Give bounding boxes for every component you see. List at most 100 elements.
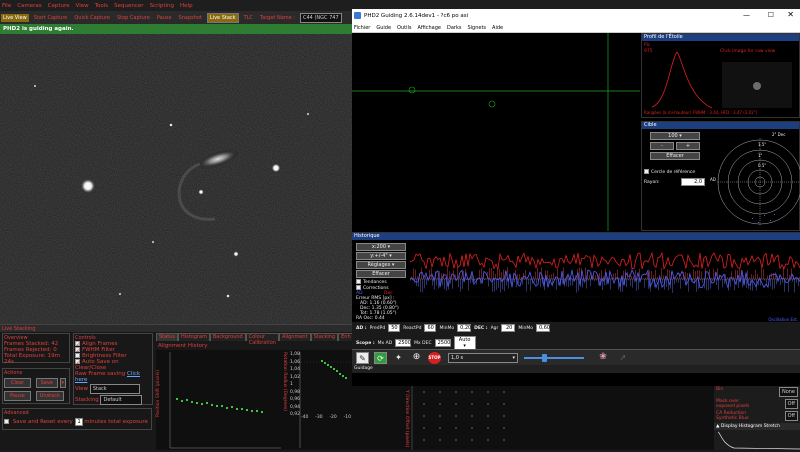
profile-curve-svg	[642, 42, 800, 112]
stop-capture-button[interactable]: Stop Capture	[115, 14, 152, 22]
phd-menu-signets[interactable]: Signets	[467, 25, 486, 31]
target-name-input[interactable]: C44 (NGC 747	[300, 13, 342, 23]
history-clear-button[interactable]: Effacer	[356, 270, 406, 278]
target-ad-label: AD	[710, 177, 716, 182]
dec-minmo-input[interactable]: 0,60	[536, 324, 550, 332]
correction-bar	[730, 279, 731, 287]
histogram-stretch-title[interactable]: ▲ Display Histogram Stretch	[714, 423, 800, 430]
phd-menu-aide[interactable]: Aide	[492, 25, 503, 31]
correction-bar	[606, 279, 607, 285]
maximize-icon[interactable]: ☐	[768, 11, 774, 19]
tab-status[interactable]: Status	[156, 333, 178, 341]
close-icon[interactable]: ✕	[787, 10, 794, 19]
tab-histogram[interactable]: Histogram	[178, 333, 210, 341]
live-image-view[interactable]	[0, 34, 352, 324]
connect-gear-icon[interactable]: ✎	[356, 352, 369, 364]
live-view-button[interactable]: Live View	[1, 14, 29, 22]
tick-label: -30	[315, 415, 322, 420]
phd-menu-fichier[interactable]: Fichier	[354, 25, 370, 31]
correction-bar	[787, 268, 788, 279]
brain-icon[interactable]: ❀	[596, 352, 610, 364]
phd-menu-affichage[interactable]: Affichage	[417, 25, 441, 31]
phd-menu-guide[interactable]: Guide	[376, 25, 391, 31]
bin-select[interactable]: None	[779, 387, 798, 397]
correction-bar	[785, 278, 786, 279]
correction-bar	[589, 275, 590, 279]
live-stack-button[interactable]: Live Stack	[207, 13, 239, 23]
gamma-slider-track[interactable]	[524, 357, 584, 359]
fwhm-filter-checkbox[interactable]: ✓	[75, 347, 80, 352]
brightness-filter-checkbox[interactable]	[75, 353, 80, 358]
history-settings-button[interactable]: Réglages ▾	[356, 261, 406, 269]
agr-input[interactable]: 20	[501, 324, 515, 332]
radius-input[interactable]: 2,0	[681, 178, 705, 186]
tab-alignment[interactable]: Alignment	[279, 333, 311, 341]
trends-checkbox[interactable]	[356, 279, 361, 284]
target-zoom-in-button[interactable]: +	[676, 142, 700, 150]
correction-bar	[422, 279, 423, 292]
pause-stack-button[interactable]: Pause	[4, 391, 31, 401]
tlc-button[interactable]: TLC	[242, 14, 255, 22]
menu-capture[interactable]: Capture	[48, 3, 70, 9]
tick-label: -40	[301, 415, 308, 420]
manual-guide-icon[interactable]: ➚	[616, 352, 630, 364]
target-zoom-out-button[interactable]: -	[650, 142, 674, 150]
phd-menu-darks[interactable]: Darks	[447, 25, 461, 31]
menu-cameras[interactable]: Cameras	[17, 3, 41, 9]
target-zoom-select[interactable]: 100 ▾	[650, 132, 700, 140]
save-button[interactable]: Save	[36, 378, 58, 388]
gamma-slider-thumb[interactable]	[542, 354, 547, 362]
stacking-select[interactable]: Default	[100, 395, 142, 405]
reference-circle-checkbox[interactable]	[644, 169, 649, 174]
clear-button[interactable]: Clear	[4, 378, 31, 388]
exposure-select[interactable]: 1,0 s▾	[448, 353, 518, 363]
phd2-guide-camera-view[interactable]	[352, 33, 640, 231]
menu-file[interactable]: File	[2, 3, 11, 9]
alignment-chart-svg	[156, 350, 352, 450]
menu-scripting[interactable]: Scripting	[150, 3, 174, 9]
guide-target-icon[interactable]: ⊕	[410, 352, 423, 364]
tab-colour-calibration[interactable]: Colour Calibration	[246, 333, 279, 341]
phd-menu-outils[interactable]: Outils	[397, 25, 411, 31]
save-reset-checkbox[interactable]	[4, 419, 9, 424]
advanced-title: Advanced	[4, 410, 150, 416]
mxdec-input[interactable]: 2500	[435, 339, 451, 347]
menu-help[interactable]: Help	[180, 3, 193, 9]
unstack-button[interactable]: Unstack	[36, 391, 64, 401]
history-y-select[interactable]: y:+/-4" ▾	[356, 252, 406, 260]
star	[34, 85, 37, 88]
auto-select-star-icon[interactable]: ✦	[392, 352, 405, 364]
correction-bar	[461, 276, 462, 279]
minimize-icon[interactable]: —	[743, 11, 750, 19]
menu-view[interactable]: View	[76, 3, 89, 9]
history-x-select[interactable]: x:200 ▾	[356, 243, 406, 251]
grid-dot	[471, 439, 472, 440]
start-capture-button[interactable]: Start Capture	[32, 14, 70, 22]
predpd-input[interactable]: 50	[388, 324, 400, 332]
mask-select[interactable]: Off	[785, 399, 798, 409]
target-bullseye-svg	[712, 130, 800, 232]
snapshot-button[interactable]: Snapshot	[177, 14, 204, 22]
ca-reduction-select[interactable]: Off	[785, 411, 798, 421]
correction-bar	[761, 268, 762, 279]
dec-mode-select[interactable]: Auto ▾	[454, 336, 476, 350]
view-select[interactable]: Stack	[90, 384, 140, 394]
align-frames-checkbox[interactable]: ✓	[75, 341, 80, 346]
corrections-checkbox[interactable]: ✓	[356, 285, 361, 290]
quick-capture-button[interactable]: Quick Capture	[72, 14, 112, 22]
tab-stacking[interactable]: Stacking	[311, 333, 339, 341]
auto-save-checkbox[interactable]: ✓	[75, 359, 80, 364]
loop-icon[interactable]: ⟳	[374, 352, 387, 364]
tab-background[interactable]: Background	[210, 333, 246, 341]
mxad-input[interactable]: 2500	[395, 339, 411, 347]
menu-tools[interactable]: Tools	[95, 3, 109, 9]
save-reset-minutes-input[interactable]: 1	[75, 418, 83, 426]
menu-sequencer[interactable]: Sequencer	[114, 3, 143, 9]
camera-properties-panel: BinNone Mask over exposed pixelsOff CA R…	[714, 386, 800, 450]
stop-button[interactable]: STOP	[428, 352, 441, 364]
reactpd-input[interactable]: 60	[424, 324, 436, 332]
pause-button[interactable]: Pause	[155, 14, 174, 22]
ra-minmo-input[interactable]: 0,20	[457, 324, 471, 332]
save-dropdown-icon[interactable]: ▾	[60, 378, 67, 388]
target-clear-button[interactable]: Effacer	[650, 152, 700, 160]
